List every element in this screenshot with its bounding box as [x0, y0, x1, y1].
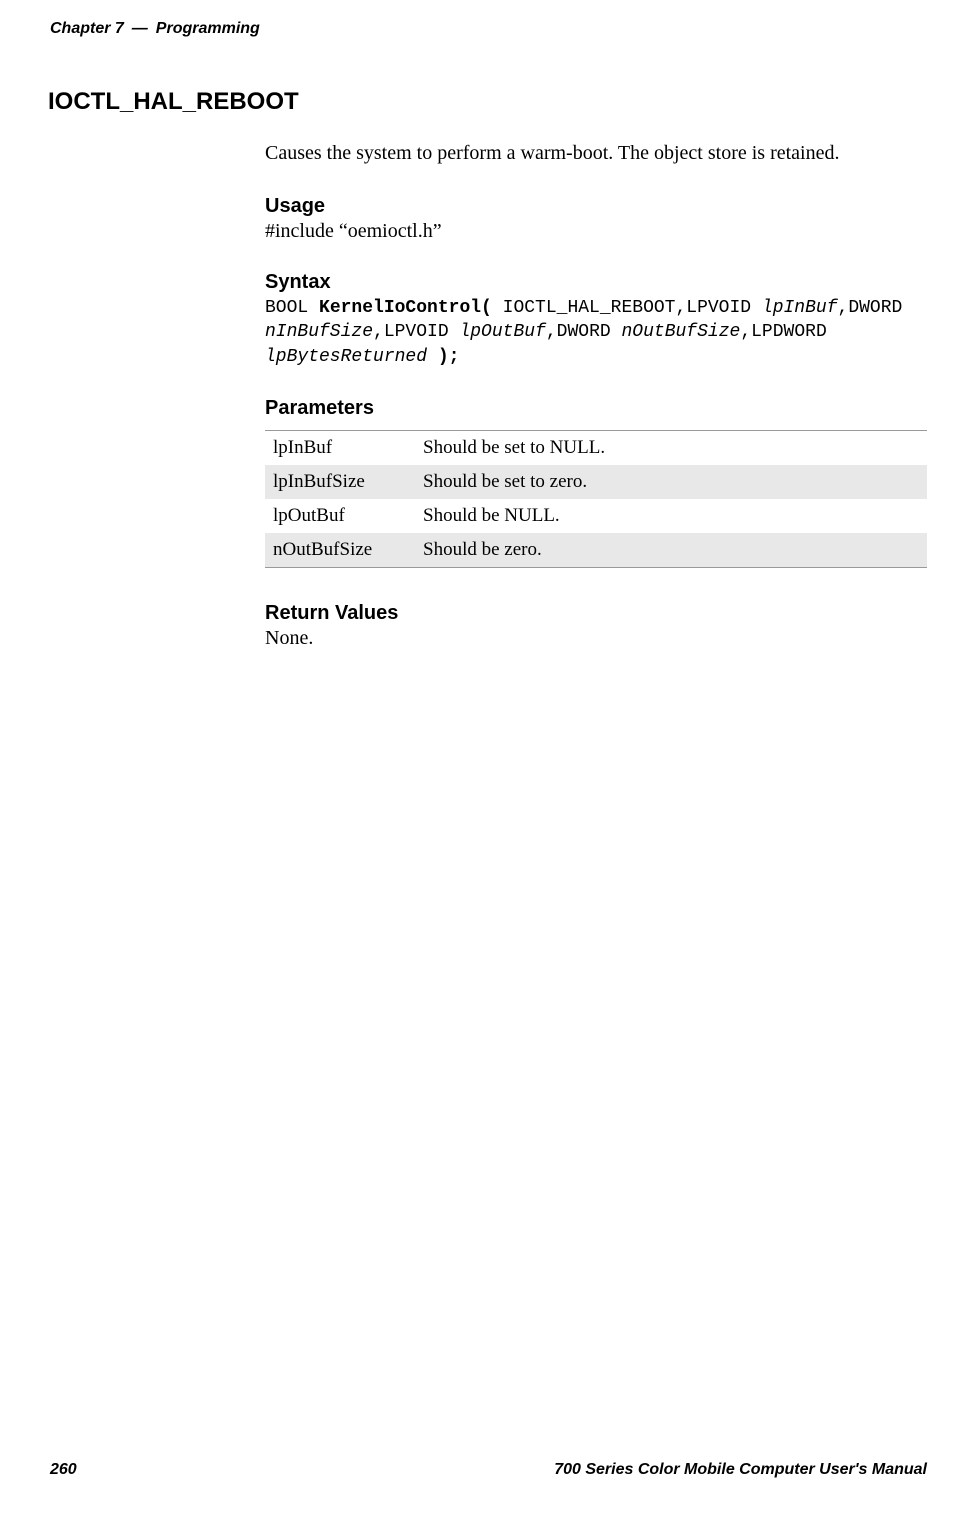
- manual-title: 700 Series Color Mobile Computer User's …: [554, 1461, 927, 1479]
- syntax-arg1: IOCTL_HAL_REBOOT,LPVOID: [492, 298, 762, 318]
- content-block: Causes the system to perform a warm-boot…: [265, 140, 927, 650]
- param-name: lpOutBuf: [265, 499, 415, 533]
- table-row: lpOutBuf Should be NULL.: [265, 499, 927, 533]
- syntax-arg9: ,LPDWORD: [740, 322, 826, 342]
- syntax-arg2: lpInBuf: [762, 298, 838, 318]
- parameters-heading: Parameters: [265, 397, 927, 420]
- param-name: lpInBufSize: [265, 465, 415, 499]
- return-values-text: None.: [265, 627, 927, 650]
- syntax-heading: Syntax: [265, 271, 927, 294]
- section-description: Causes the system to perform a warm-boot…: [265, 140, 927, 167]
- syntax-arg4: nInBufSize: [265, 322, 373, 342]
- syntax-block: BOOL KernelIoControl( IOCTL_HAL_REBOOT,L…: [265, 296, 927, 369]
- param-desc: Should be set to NULL.: [415, 430, 927, 465]
- syntax-arg6: lpOutBuf: [459, 322, 545, 342]
- syntax-type: BOOL: [265, 298, 319, 318]
- parameters-table: lpInBuf Should be set to NULL. lpInBufSi…: [265, 430, 927, 568]
- syntax-arg7: ,DWORD: [546, 322, 622, 342]
- param-desc: Should be set to zero.: [415, 465, 927, 499]
- syntax-arg5: ,LPVOID: [373, 322, 459, 342]
- table-row: lpInBufSize Should be set to zero.: [265, 465, 927, 499]
- chapter-title: Programming: [156, 20, 260, 38]
- table-row: lpInBuf Should be set to NULL.: [265, 430, 927, 465]
- param-name: nOutBufSize: [265, 533, 415, 568]
- table-row: nOutBufSize Should be zero.: [265, 533, 927, 568]
- page-header: Chapter 7 — Programming: [50, 20, 927, 38]
- usage-include: #include “oemioctl.h”: [265, 220, 927, 243]
- param-desc: Should be NULL.: [415, 499, 927, 533]
- chapter-separator: —: [132, 20, 148, 38]
- syntax-arg3: ,DWORD: [838, 298, 903, 318]
- syntax-close: );: [427, 347, 459, 367]
- usage-heading: Usage: [265, 195, 927, 218]
- section-title: IOCTL_HAL_REBOOT: [48, 88, 927, 116]
- param-desc: Should be zero.: [415, 533, 927, 568]
- param-name: lpInBuf: [265, 430, 415, 465]
- return-values-heading: Return Values: [265, 602, 927, 625]
- syntax-arg8: nOutBufSize: [622, 322, 741, 342]
- syntax-arg10: lpBytesReturned: [265, 347, 427, 367]
- syntax-func: KernelIoControl(: [319, 298, 492, 318]
- page-number: 260: [50, 1461, 77, 1479]
- page-footer: 260 700 Series Color Mobile Computer Use…: [50, 1461, 927, 1479]
- chapter-label: Chapter 7: [50, 20, 124, 38]
